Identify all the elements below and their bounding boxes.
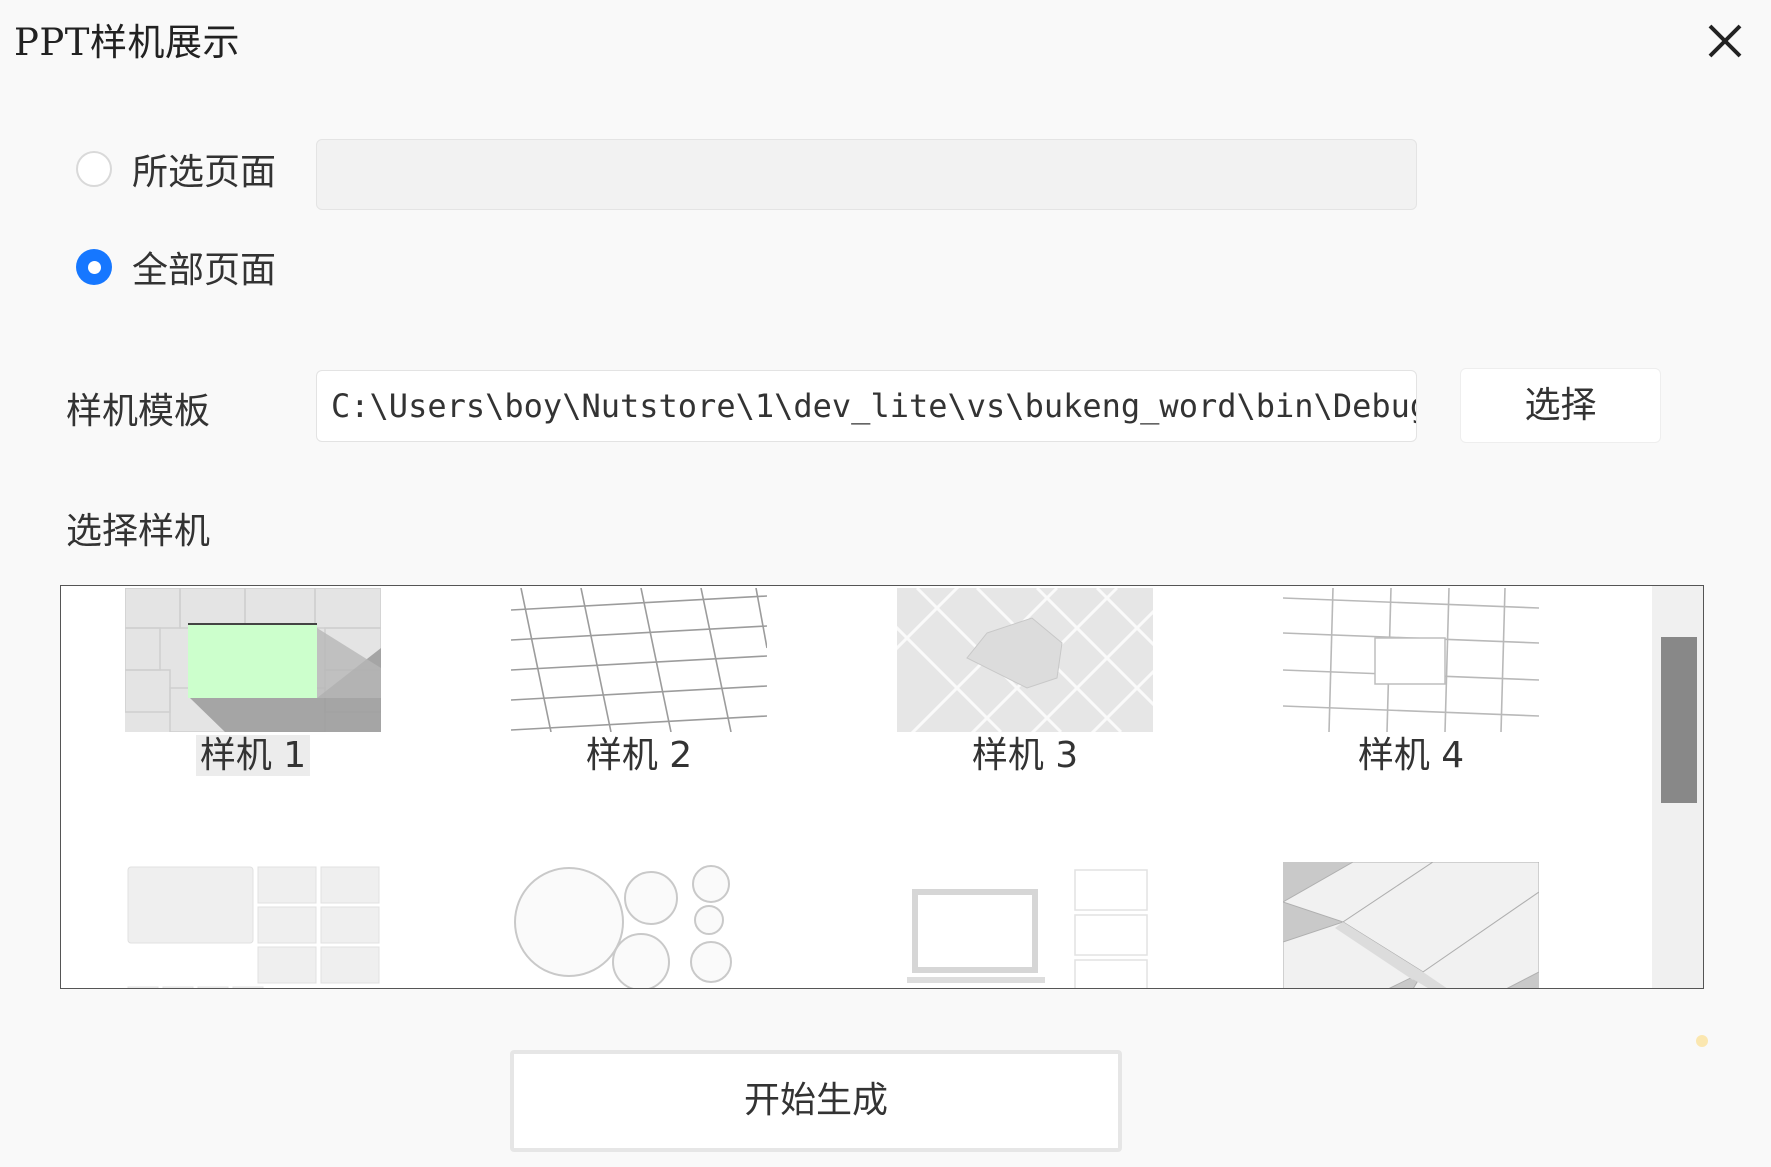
mockup-thumbnail-7 <box>897 862 1153 988</box>
mockup-thumbnail-6 <box>511 862 767 988</box>
mockup-caption-4: 样机 4 <box>1357 735 1465 776</box>
template-label: 样机模板 <box>66 391 211 432</box>
radio-circle-checked[interactable] <box>76 249 112 285</box>
mockup-thumbnail-4 <box>1283 588 1539 732</box>
mockup-item-6[interactable] <box>511 862 767 988</box>
radio-selected-pages[interactable]: 所选页面 <box>76 147 276 193</box>
template-path-input[interactable]: C:\Users\boy\Nutstore\1\dev_lite\vs\buke… <box>316 370 1417 442</box>
mockup-item-8[interactable] <box>1283 862 1539 988</box>
mockup-item-1[interactable]: 样机 1 <box>125 588 381 776</box>
mockup-item-3[interactable]: 样机 3 <box>897 588 1153 776</box>
selected-pages-input <box>316 139 1417 210</box>
close-icon[interactable] <box>1700 16 1750 66</box>
window-title: PPT样机展示 <box>14 21 240 64</box>
mockup-item-4[interactable]: 样机 4 <box>1283 588 1539 776</box>
mockup-caption-3: 样机 3 <box>971 735 1079 776</box>
start-generate-button[interactable]: 开始生成 <box>510 1050 1122 1152</box>
mockup-caption-2: 样机 2 <box>585 735 693 776</box>
radio-circle[interactable] <box>76 151 112 187</box>
mockup-item-7[interactable] <box>897 862 1153 988</box>
radio-all-pages[interactable]: 全部页面 <box>76 245 276 291</box>
mockup-item-5[interactable] <box>125 862 381 988</box>
radio-label-all-pages: 全部页面 <box>132 250 277 291</box>
gallery-scrollbar-thumb[interactable] <box>1661 637 1697 803</box>
choose-template-button[interactable]: 选择 <box>1460 368 1661 443</box>
mockup-thumbnail-8 <box>1283 862 1539 988</box>
mockup-caption-1: 样机 1 <box>125 732 381 780</box>
mockup-thumbnail-5 <box>125 862 381 988</box>
status-dot <box>1696 1035 1708 1047</box>
mockup-thumbnail-1 <box>125 588 381 732</box>
mockup-item-2[interactable]: 样机 2 <box>511 588 767 776</box>
radio-label-selected-pages: 所选页面 <box>132 152 277 193</box>
choose-mockup-label: 选择样机 <box>66 511 211 552</box>
mockup-thumbnail-2 <box>511 588 767 732</box>
mockup-gallery[interactable]: 样机 1 样机 2 样机 3 样机 4 <box>60 585 1704 989</box>
mockup-thumbnail-3 <box>897 588 1153 732</box>
